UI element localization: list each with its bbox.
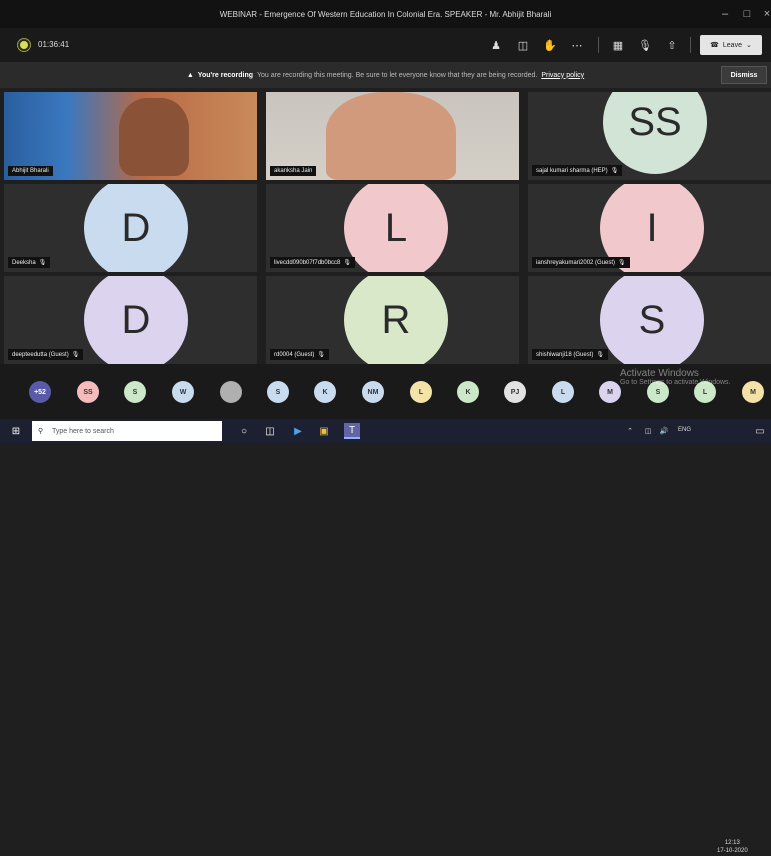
video-grid: Abhijit Bharali akanksha Jain SS sajal k… [0, 88, 771, 364]
recording-heading: You're recording [197, 71, 254, 79]
participant-avatar: D [84, 184, 188, 272]
participant-name-tag: rd0004 (Guest) 🎙 [270, 349, 329, 360]
mic-muted-icon: 🎙 [596, 352, 604, 358]
volume-icon[interactable]: 🔊 [656, 423, 672, 439]
participant-avatar-mini[interactable]: K [314, 381, 336, 403]
participant-name-tag: Abhijit Bharali [8, 166, 53, 176]
network-icon[interactable]: ◫ [640, 423, 656, 439]
participant-avatar: D [84, 276, 188, 364]
participant-name-tag: livecdd090b07f7db0bcc8 🎙 [270, 257, 356, 268]
video-tile-participant[interactable]: L livecdd090b07f7db0bcc8 🎙 [266, 184, 519, 272]
share-screen-icon[interactable]: ⇧ [662, 36, 682, 54]
participant-avatar-mini[interactable] [220, 381, 242, 403]
windows-taskbar: ⊞ ⚲ Type here to search ○ ◫ ▶ ▣ T ⌃ ◫ 🔊 … [0, 419, 771, 854]
participant-video-feed [326, 92, 456, 180]
cortana-icon[interactable]: ○ [236, 423, 252, 439]
participant-avatar-mini[interactable]: M [599, 381, 621, 403]
windows-start-icon[interactable]: ⊞ [8, 423, 24, 439]
recording-message: You are recording this meeting. Be sure … [257, 71, 538, 79]
mic-muted-icon: 🎙 [618, 260, 626, 266]
participants-icon[interactable]: ♟ [486, 36, 506, 54]
participant-avatar-mini[interactable]: NM [362, 381, 384, 403]
participant-avatar-mini[interactable]: L [552, 381, 574, 403]
input-language[interactable]: ENG [678, 427, 691, 433]
system-tray-icons[interactable]: ⌃ [622, 423, 638, 439]
participant-name-tag: Deeksha 🎙 [8, 257, 51, 268]
participant-avatar-mini[interactable]: PJ [504, 381, 526, 403]
participant-avatar: SS [603, 92, 707, 174]
warning-icon: ▲ [186, 71, 194, 79]
video-tile-speaker[interactable]: Abhijit Bharali [4, 92, 257, 180]
meeting-toolbar: 01:36:41 ♟ ◫ ✋ ⋯ ▦ 🎙 ⇧ ☎ Leave ⌄ [0, 28, 771, 62]
camera-off-icon[interactable]: ▦ [608, 36, 628, 54]
dismiss-button[interactable]: Dismiss [721, 66, 767, 84]
mic-muted-icon: 🎙 [38, 260, 47, 266]
video-tile-participant[interactable]: S shishiwanji18 (Guest) 🎙 [528, 276, 771, 364]
participant-name-tag: ianshreyakumari2002 (Guest) 🎙 [532, 257, 630, 268]
participant-avatar-mini[interactable]: W [172, 381, 194, 403]
leave-button[interactable]: ☎ Leave ⌄ [700, 35, 762, 55]
phone-hangup-icon: ☎ [710, 42, 719, 49]
video-tile-participant[interactable]: D Deeksha 🎙 [4, 184, 257, 272]
participant-avatar: S [600, 276, 704, 364]
video-tile-participant[interactable]: akanksha Jain [266, 92, 519, 180]
teams-icon[interactable]: T [344, 423, 360, 439]
video-tile-participant[interactable]: D deepteedutta (Guest) 🎙 [4, 276, 257, 364]
task-view-icon[interactable]: ◫ [262, 423, 278, 439]
mic-muted-icon: 🎙 [610, 168, 619, 174]
participant-avatar-mini[interactable]: M [742, 381, 764, 403]
participant-avatar-mini[interactable]: S [267, 381, 289, 403]
mic-muted-icon: 🎙 [71, 352, 80, 358]
participant-name-tag: shishiwanji18 (Guest) 🎙 [532, 349, 608, 360]
participant-name-tag: sajal kumari sharma (HEP) 🎙 [532, 165, 623, 176]
more-participants-count[interactable]: +52 [29, 381, 51, 403]
recording-indicator-icon [18, 39, 30, 51]
leave-label: Leave [722, 41, 742, 49]
toolbar-divider [598, 37, 599, 53]
privacy-policy-link[interactable]: Privacy policy [541, 72, 584, 79]
participant-avatar-mini[interactable]: SS [77, 381, 99, 403]
meeting-timer: 01:36:41 [38, 40, 70, 49]
speaker-video-feed [119, 98, 189, 176]
participant-avatar: L [344, 184, 448, 272]
search-icon: ⚲ [38, 428, 44, 435]
activate-windows-watermark: Activate Windows Go to Settings to activ… [620, 368, 731, 386]
participant-name-tag: deepteedutta (Guest) 🎙 [8, 349, 84, 360]
window-title: WEBINAR - Emergence Of Western Education… [219, 9, 552, 19]
close-button[interactable]: × [753, 0, 771, 28]
recording-banner: ▲ You're recording You are recording thi… [0, 62, 771, 88]
file-explorer-icon[interactable]: ▣ [316, 423, 332, 439]
participant-avatar-mini[interactable]: S [124, 381, 146, 403]
app-icon[interactable]: ▶ [290, 423, 306, 439]
chat-icon[interactable]: ◫ [513, 36, 533, 54]
taskbar-clock[interactable]: 12:13 17-10-2020 [717, 840, 748, 856]
mic-muted-icon: 🎙 [343, 260, 352, 266]
participant-avatar-mini[interactable]: K [457, 381, 479, 403]
raise-hand-icon[interactable]: ✋ [540, 36, 560, 54]
participant-avatar-mini[interactable]: L [410, 381, 432, 403]
more-actions-icon[interactable]: ⋯ [567, 36, 587, 54]
participant-avatar: R [344, 276, 448, 364]
video-tile-participant[interactable]: R rd0004 (Guest) 🎙 [266, 276, 519, 364]
microphone-icon[interactable]: 🎙 [635, 36, 655, 54]
taskbar-search-box[interactable]: ⚲ Type here to search [32, 421, 222, 441]
toolbar-divider [690, 37, 691, 53]
video-tile-participant[interactable]: I ianshreyakumari2002 (Guest) 🎙 [528, 184, 771, 272]
chevron-down-icon: ⌄ [745, 42, 752, 49]
notifications-icon[interactable]: ▭ [752, 423, 768, 439]
participant-name-tag: akanksha Jain [270, 166, 317, 176]
video-tile-participant[interactable]: SS sajal kumari sharma (HEP) 🎙 [528, 92, 771, 180]
mic-muted-icon: 🎙 [317, 352, 325, 358]
window-title-bar: WEBINAR - Emergence Of Western Education… [0, 0, 771, 28]
